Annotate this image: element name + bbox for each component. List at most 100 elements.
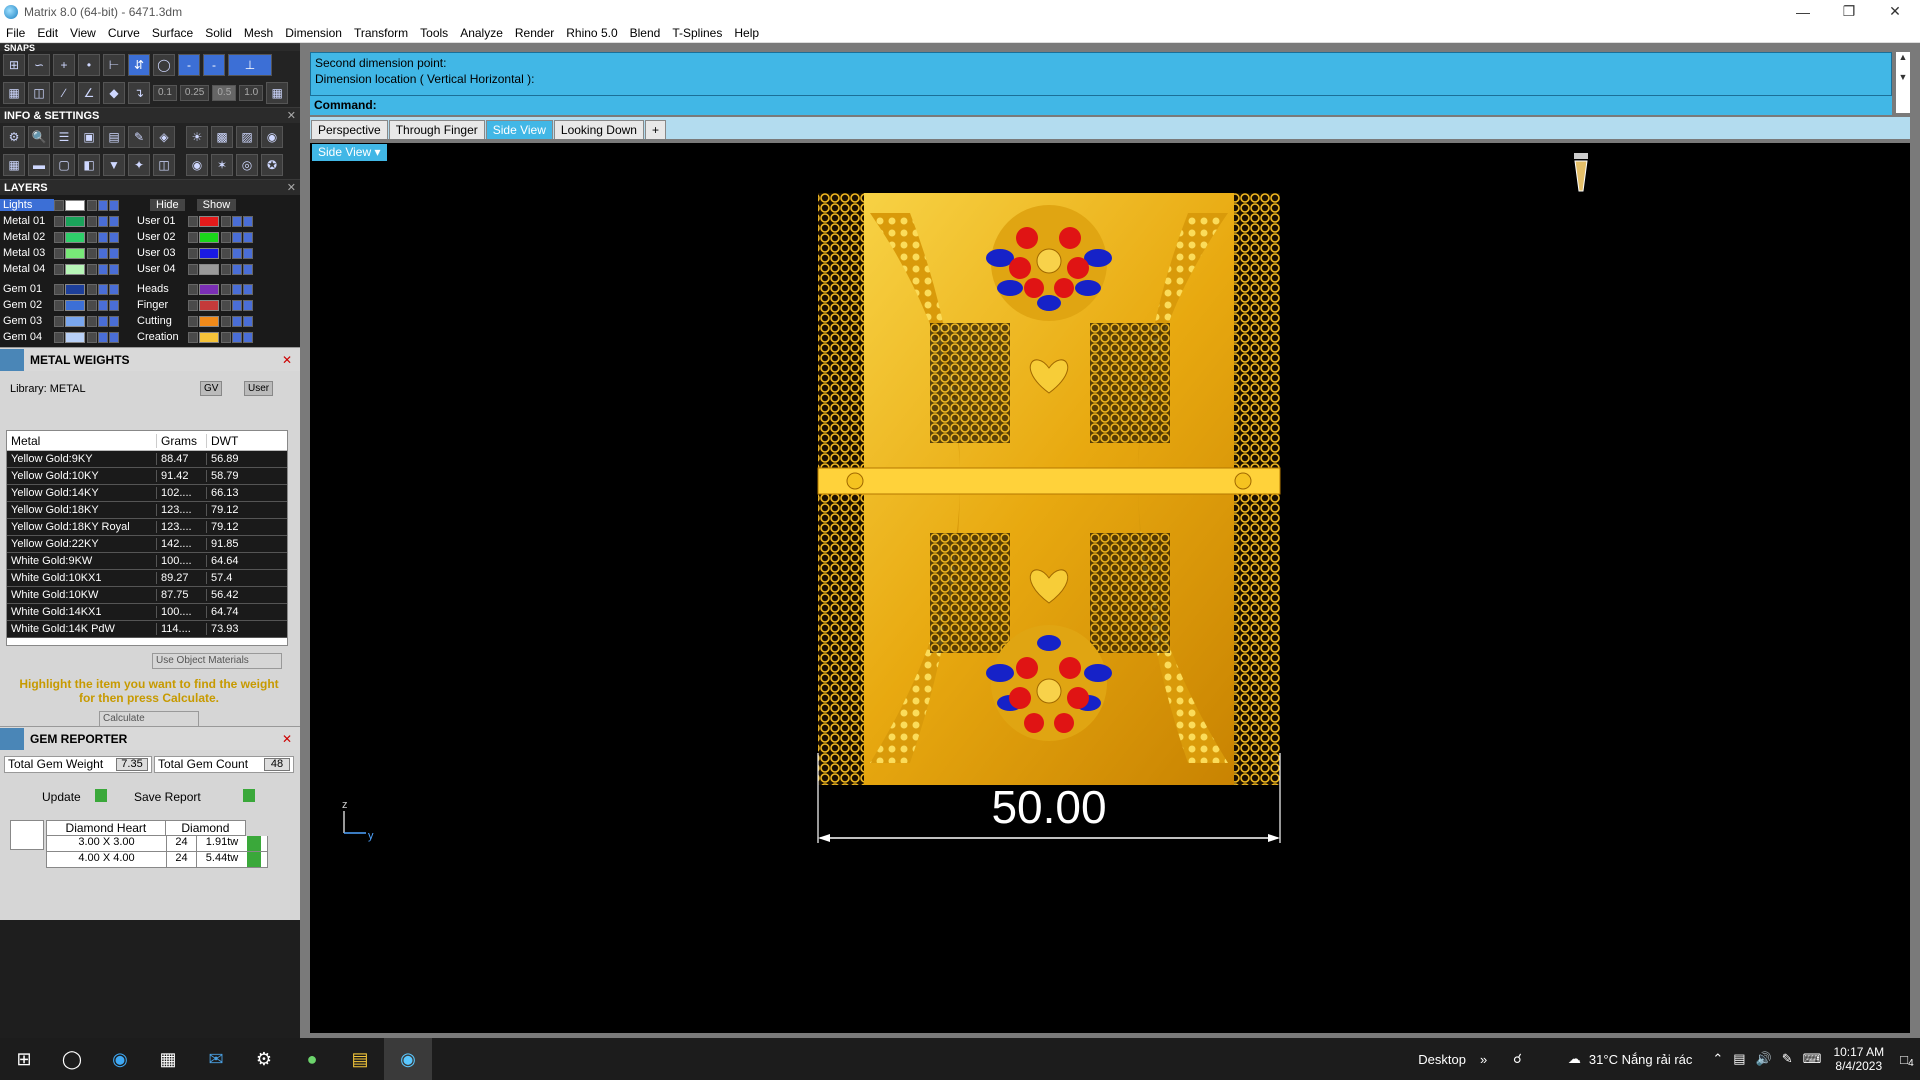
use-object-materials-button[interactable]: Use Object Materials [152,653,282,669]
minimize-button[interactable]: — [1780,0,1826,23]
lock-icon[interactable] [87,299,97,311]
gv-toggle[interactable]: GV [200,381,223,396]
table-row[interactable]: Yellow Gold:14KY 102.... 66.13 [7,485,287,502]
clock[interactable]: 10:17 AM 8/4/2023 [1833,1045,1884,1073]
gem-select-arrow-icon[interactable] [247,836,261,851]
lock-icon[interactable] [87,283,97,295]
snap-grid-icon[interactable]: ⊞ [3,54,25,76]
arrow-icon[interactable] [188,231,198,243]
lock-icon[interactable] [87,263,97,275]
add-tab-button[interactable]: + [644,120,666,139]
layer-color-swatch[interactable] [199,283,219,295]
layer-name[interactable]: Heads [134,283,188,295]
arrow-icon[interactable] [54,283,64,295]
layer-name[interactable]: User 02 [134,231,188,243]
select-icon[interactable] [109,247,119,259]
tab-perspective[interactable]: Perspective [311,120,388,139]
layer-name[interactable]: Gem 02 [0,299,54,311]
lights-layer[interactable]: Lights [0,199,54,211]
snap-value-3[interactable]: 0.5 [212,85,237,101]
snap-line-icon[interactable]: ∕ [53,82,75,104]
panel-icon[interactable]: ◧ [78,154,100,176]
snap-perp-icon[interactable]: ‐ [203,54,225,76]
layer-name[interactable]: User 04 [134,263,188,275]
select-icon[interactable] [243,263,253,275]
window-icon[interactable]: ▬ [28,154,50,176]
star-icon[interactable]: ✪ [261,154,283,176]
menu-item-mesh[interactable]: Mesh [238,26,279,40]
select-icon[interactable] [109,231,119,243]
visibility-icon[interactable] [98,199,108,211]
layer-color-swatch[interactable] [65,215,85,227]
select-icon[interactable] [243,231,253,243]
menu-item-surface[interactable]: Surface [146,26,199,40]
layer-color-swatch[interactable] [65,315,85,327]
layer-name[interactable]: Gem 04 [0,331,54,343]
lights-swatch[interactable] [65,199,85,211]
layer-color-swatch[interactable] [199,215,219,227]
layer-color-swatch[interactable] [65,263,85,275]
material-icon[interactable]: ◉ [186,154,208,176]
tab-side-view[interactable]: Side View [485,120,553,139]
cube-icon[interactable]: ▢ [53,154,75,176]
layer-name[interactable]: Gem 01 [0,283,54,295]
document-icon[interactable]: ▤ [103,126,125,148]
select-icon[interactable] [109,215,119,227]
select-icon[interactable] [243,215,253,227]
layer-color-swatch[interactable] [199,231,219,243]
select-icon[interactable] [243,315,253,327]
snap-near-icon[interactable]: ⇵ [128,54,150,76]
save-report-button[interactable]: Save Report [134,790,201,804]
select-icon[interactable] [109,331,119,343]
gem-row[interactable]: 4.00 X 4.00 24 5.44tw [46,852,268,868]
lock-icon[interactable] [221,315,231,327]
file-explorer-icon[interactable]: ▤ [336,1038,384,1080]
pen-icon[interactable]: ✎ [1782,1051,1793,1067]
menu-item-help[interactable]: Help [728,26,765,40]
light-icon[interactable]: ✶ [211,154,233,176]
update-button[interactable]: Update [42,790,81,804]
table-row[interactable]: White Gold:9KW 100.... 64.64 [7,553,287,570]
snap-plane-icon[interactable]: ◫ [28,82,50,104]
search-icon[interactable]: ◯ [48,1038,96,1080]
edge-browser-icon[interactable]: ◉ [96,1038,144,1080]
lock-icon[interactable] [87,331,97,343]
gem-row[interactable]: 3.00 X 3.00 24 1.91tw [46,836,268,852]
select-icon[interactable] [109,199,119,211]
layer-name[interactable]: Metal 03 [0,247,54,259]
export-icon[interactable]: ▨ [236,126,258,148]
select-icon[interactable] [243,331,253,343]
box-icon[interactable]: ▣ [78,126,100,148]
windows-start-icon[interactable]: ⊞ [0,1038,48,1080]
gem-select-arrow-icon[interactable] [247,852,261,867]
layer-color-swatch[interactable] [199,263,219,275]
hide-button[interactable]: Hide [150,199,185,211]
menu-item-transform[interactable]: Transform [348,26,414,40]
arrow-icon[interactable] [188,263,198,275]
gem-icon[interactable]: ◈ [153,126,175,148]
layer-color-swatch[interactable] [65,283,85,295]
layer-name[interactable]: Finger [134,299,188,311]
table-row[interactable]: Yellow Gold:10KY 91.42 58.79 [7,468,287,485]
lock-icon[interactable] [87,247,97,259]
menu-item-dimension[interactable]: Dimension [279,26,348,40]
menu-item-t-splines[interactable]: T-Splines [666,26,728,40]
snap-point-icon[interactable]: • [78,54,100,76]
visibility-icon[interactable] [98,231,108,243]
green-app-icon[interactable]: ● [288,1038,336,1080]
snap-angle-icon[interactable]: ∠ [78,82,100,104]
wand-icon[interactable]: ✦ [128,154,150,176]
arrow-icon[interactable] [54,215,64,227]
menu-item-blend[interactable]: Blend [624,26,667,40]
lock-icon[interactable] [221,231,231,243]
menu-item-edit[interactable]: Edit [31,26,64,40]
report-icon[interactable]: ▩ [211,126,233,148]
arrow-icon[interactable] [54,331,64,343]
layer-name[interactable]: Creation [134,331,188,343]
side-viewport[interactable]: Side View ▾ 50.00 z y [310,143,1910,1033]
close-icon[interactable]: ✕ [282,353,292,367]
visibility-icon[interactable] [98,247,108,259]
lock-icon[interactable] [221,331,231,343]
lock-icon[interactable] [87,231,97,243]
col-metal[interactable]: Metal [7,434,156,448]
